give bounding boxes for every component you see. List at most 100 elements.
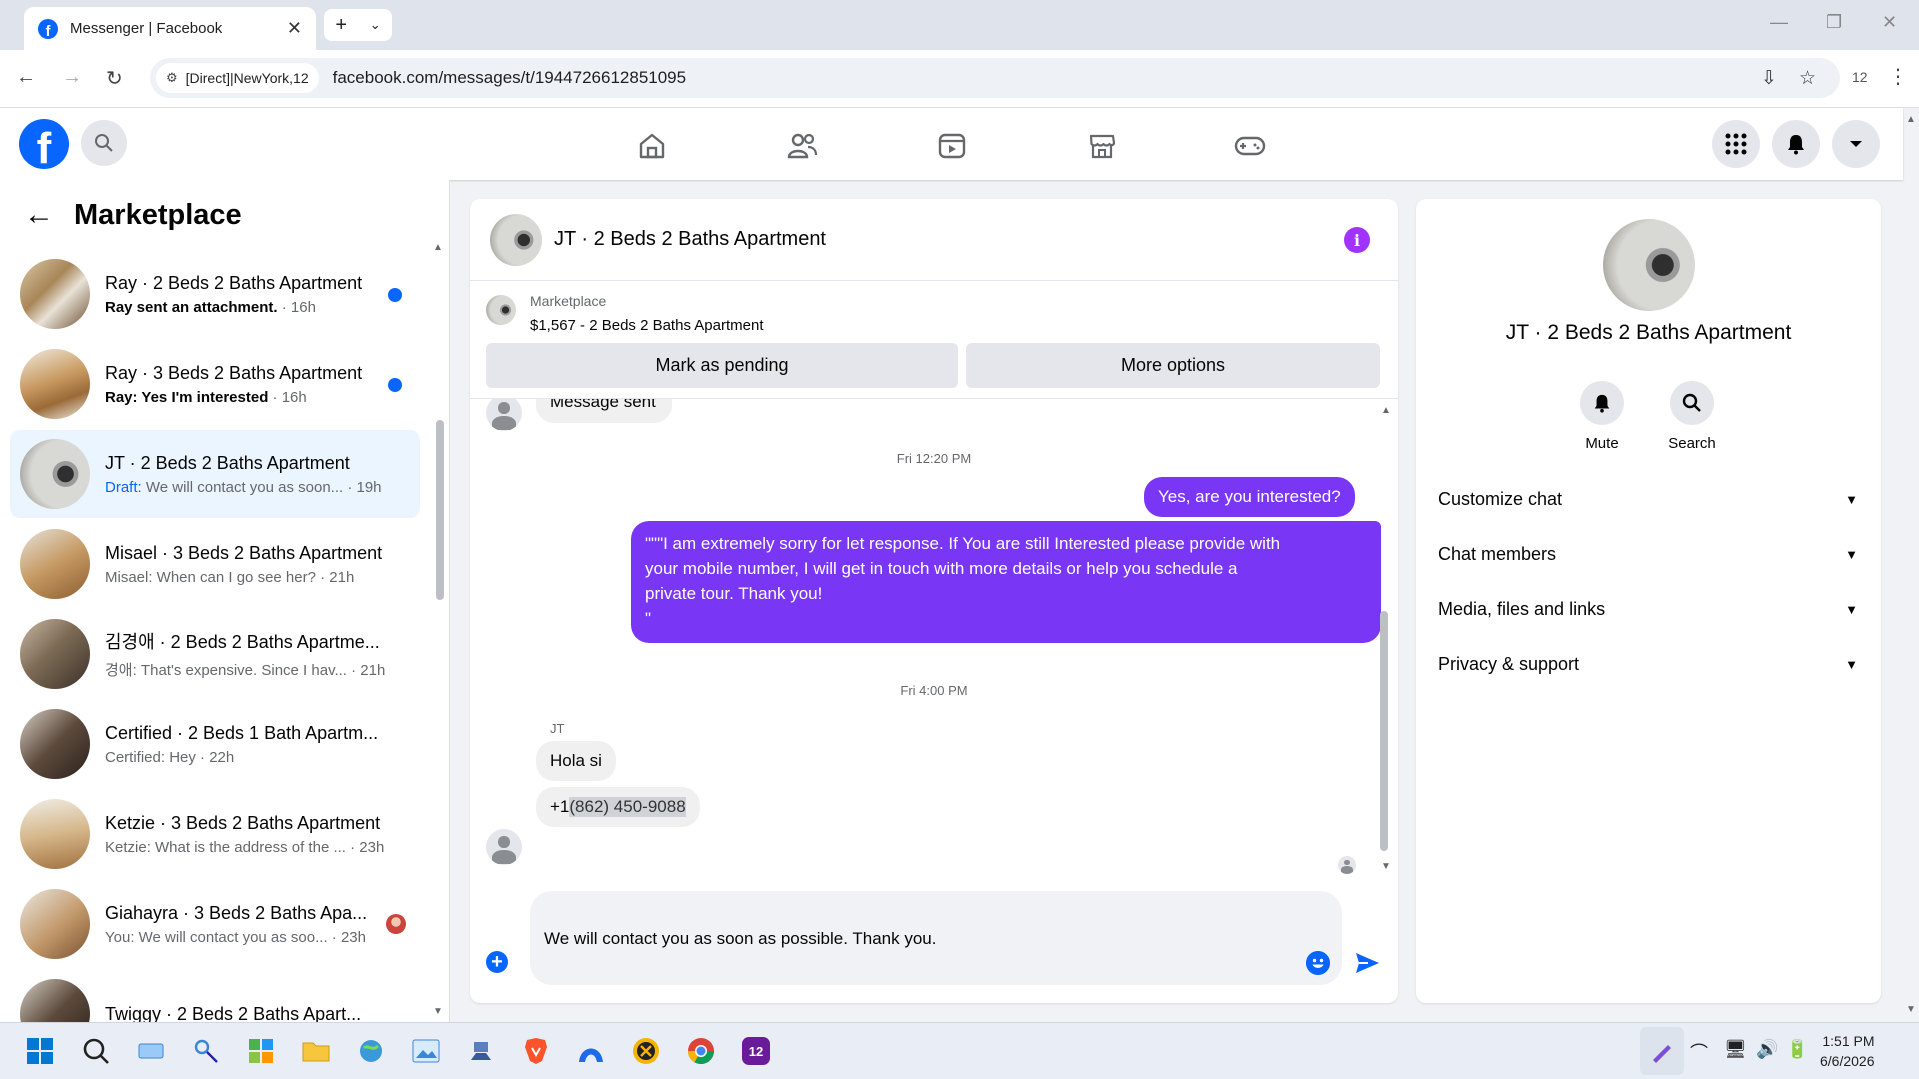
message-bubble-incoming[interactable]: Message sent bbox=[536, 399, 672, 423]
mute-button[interactable]: Mute bbox=[1562, 381, 1642, 452]
conversation-item[interactable]: Certified · 2 Beds 1 Bath Apartm... Cert… bbox=[10, 700, 420, 788]
system-clock[interactable]: 1:51 PM 6/6/2026 bbox=[1820, 1031, 1875, 1071]
message-text: your mobile number, I will get in touch … bbox=[645, 559, 1238, 578]
close-tab-icon[interactable]: ✕ bbox=[287, 18, 302, 39]
conversation-list-scrollbar[interactable] bbox=[436, 420, 444, 600]
send-icon[interactable] bbox=[1354, 951, 1380, 975]
profile-count[interactable]: 12 bbox=[1852, 69, 1868, 85]
conversation-item[interactable]: Ketzie · 3 Beds 2 Baths Apartment Ketzie… bbox=[10, 790, 420, 878]
taskbar-app[interactable] bbox=[355, 1035, 387, 1067]
conversation-item[interactable]: Giahayra · 3 Beds 2 Baths Apa... You: We… bbox=[10, 880, 420, 968]
chat-avatar[interactable] bbox=[490, 213, 542, 266]
tab-search-chevron-icon[interactable]: ⌄ bbox=[370, 17, 381, 33]
battery-icon[interactable]: 🔋 bbox=[1786, 1039, 1808, 1060]
pen-tray-button[interactable] bbox=[1640, 1027, 1684, 1075]
chat-scroll-up-icon[interactable]: ▲ bbox=[1381, 405, 1391, 416]
listing-thumbnail bbox=[20, 979, 90, 1022]
home-nav-button[interactable] bbox=[636, 130, 668, 162]
conversation-item-active[interactable]: JT · 2 Beds 2 Baths Apartment Draft: We … bbox=[10, 430, 420, 518]
forward-icon[interactable]: → bbox=[62, 66, 82, 89]
chat-members-section[interactable]: Chat members ▼ bbox=[1438, 544, 1858, 565]
new-tab-icon[interactable]: + bbox=[335, 14, 347, 37]
taskbar-app[interactable] bbox=[685, 1035, 717, 1067]
message-text: """I am extremely sorry for let response… bbox=[645, 534, 1281, 553]
back-arrow-icon[interactable]: ← bbox=[24, 198, 54, 232]
conversation-time: · 23h bbox=[345, 838, 385, 856]
mute-label: Mute bbox=[1585, 435, 1619, 452]
chat-scroll-down-icon[interactable]: ▼ bbox=[1381, 861, 1391, 872]
mark-as-pending-button[interactable]: Mark as pending bbox=[486, 343, 958, 388]
chat-scrollbar[interactable] bbox=[1380, 611, 1388, 851]
facebook-logo-icon[interactable]: f bbox=[19, 119, 69, 169]
add-attachment-icon[interactable]: + bbox=[486, 951, 508, 973]
message-composer[interactable]: We will contact you as soon as possible.… bbox=[530, 891, 1342, 985]
gaming-nav-button[interactable] bbox=[1234, 130, 1266, 162]
taskbar-app[interactable] bbox=[520, 1035, 552, 1067]
url-text[interactable]: facebook.com/messages/t/1944726612851095 bbox=[333, 68, 1761, 88]
friends-nav-button[interactable] bbox=[786, 130, 818, 162]
omnibox[interactable]: ⚙ [Direct]|NewYork,12 facebook.com/messa… bbox=[150, 58, 1840, 98]
volume-icon[interactable]: 🔊 bbox=[1756, 1039, 1778, 1060]
facebook-top-nav: f bbox=[0, 108, 1903, 180]
window-close-icon[interactable]: ✕ bbox=[1882, 12, 1897, 33]
emoji-icon[interactable] bbox=[1306, 951, 1330, 975]
install-app-icon[interactable]: ⇩ bbox=[1761, 67, 1777, 90]
media-files-links-section[interactable]: Media, files and links ▼ bbox=[1438, 599, 1858, 620]
gaming-icon bbox=[1234, 136, 1266, 156]
arc-tray-icon[interactable]: ⌒ bbox=[1690, 1039, 1708, 1065]
phone-number-link[interactable]: (862) 450-9088 bbox=[569, 797, 686, 817]
info-icon[interactable]: i bbox=[1344, 227, 1370, 253]
account-menu-button[interactable] bbox=[1832, 120, 1880, 168]
site-info-chip[interactable]: ⚙ [Direct]|NewYork,12 bbox=[156, 63, 319, 93]
menu-grid-button[interactable] bbox=[1712, 120, 1760, 168]
taskbar-app[interactable] bbox=[465, 1035, 497, 1067]
taskbar-app[interactable]: 12 bbox=[740, 1035, 772, 1067]
customize-chat-section[interactable]: Customize chat ▼ bbox=[1438, 489, 1858, 510]
conversation-avatar[interactable] bbox=[1603, 219, 1695, 311]
page-scroll-up-icon[interactable]: ▲ bbox=[1906, 114, 1916, 125]
browser-tab-messenger[interactable]: f Messenger | Facebook ✕ bbox=[24, 7, 316, 50]
conversation-item[interactable]: 김경애 · 2 Beds 2 Baths Apartme... 경애: That… bbox=[10, 610, 420, 698]
conversation-item[interactable]: Ray · 2 Beds 2 Baths Apartment Ray sent … bbox=[10, 250, 420, 338]
conversation-item[interactable]: Misael · 3 Beds 2 Baths Apartment Misael… bbox=[10, 520, 420, 608]
taskbar-app[interactable] bbox=[630, 1035, 662, 1067]
restore-icon[interactable]: ❐ bbox=[1826, 12, 1842, 33]
message-bubble-incoming[interactable]: Hola si bbox=[536, 741, 616, 781]
tab-title: Messenger | Facebook bbox=[70, 20, 223, 37]
bookmark-star-icon[interactable]: ☆ bbox=[1799, 67, 1816, 90]
conversation-name: Ray · 3 Beds 2 Baths Apartment bbox=[105, 362, 363, 383]
taskbar-app[interactable] bbox=[135, 1035, 167, 1067]
network-icon[interactable]: 🖥 bbox=[1724, 1039, 1747, 1060]
listing-price[interactable]: $1,567 - 2 Beds 2 Baths Apartment bbox=[530, 317, 763, 334]
conversation-item[interactable]: Ray · 3 Beds 2 Baths Apartment Ray: Yes … bbox=[10, 340, 420, 428]
minimize-icon[interactable]: — bbox=[1770, 12, 1788, 33]
scroll-up-arrow-icon[interactable]: ▲ bbox=[433, 242, 443, 253]
taskbar-search-button[interactable] bbox=[80, 1035, 112, 1067]
more-options-button[interactable]: More options bbox=[966, 343, 1380, 388]
chat-panel: JT · 2 Beds 2 Baths Apartment i Marketpl… bbox=[470, 199, 1398, 1003]
privacy-support-section[interactable]: Privacy & support ▼ bbox=[1438, 654, 1858, 675]
app-tiles-icon bbox=[249, 1039, 273, 1063]
message-bubble-outgoing[interactable]: """I am extremely sorry for let response… bbox=[631, 521, 1381, 643]
reload-icon[interactable]: ↻ bbox=[106, 66, 123, 91]
message-input[interactable]: We will contact you as soon as possible.… bbox=[544, 929, 936, 949]
start-button[interactable] bbox=[24, 1035, 56, 1067]
taskbar-app[interactable] bbox=[300, 1035, 332, 1067]
message-bubble-incoming[interactable]: +1 (862) 450-9088 bbox=[536, 787, 700, 827]
chat-title[interactable]: JT · 2 Beds 2 Baths Apartment bbox=[554, 228, 826, 251]
marketplace-nav-button[interactable] bbox=[1086, 130, 1118, 162]
taskbar-app[interactable] bbox=[245, 1035, 277, 1067]
taskbar-app[interactable] bbox=[190, 1035, 222, 1067]
browser-menu-icon[interactable]: ⋮ bbox=[1888, 64, 1908, 89]
facebook-search-button[interactable] bbox=[81, 120, 127, 166]
message-bubble-outgoing[interactable]: Yes, are you interested? bbox=[1144, 477, 1355, 517]
page-scroll-down-icon[interactable]: ▼ bbox=[1906, 1004, 1916, 1015]
search-conversation-button[interactable]: Search bbox=[1652, 381, 1732, 452]
video-nav-button[interactable] bbox=[936, 130, 968, 162]
back-icon[interactable]: ← bbox=[16, 66, 36, 89]
taskbar-app[interactable] bbox=[410, 1035, 442, 1067]
taskbar-app[interactable] bbox=[575, 1035, 607, 1067]
conversation-item[interactable]: Twiggy · 2 Beds 2 Baths Apart... bbox=[10, 970, 420, 1022]
scroll-down-arrow-icon[interactable]: ▼ bbox=[433, 1006, 443, 1017]
notifications-button[interactable] bbox=[1772, 120, 1820, 168]
